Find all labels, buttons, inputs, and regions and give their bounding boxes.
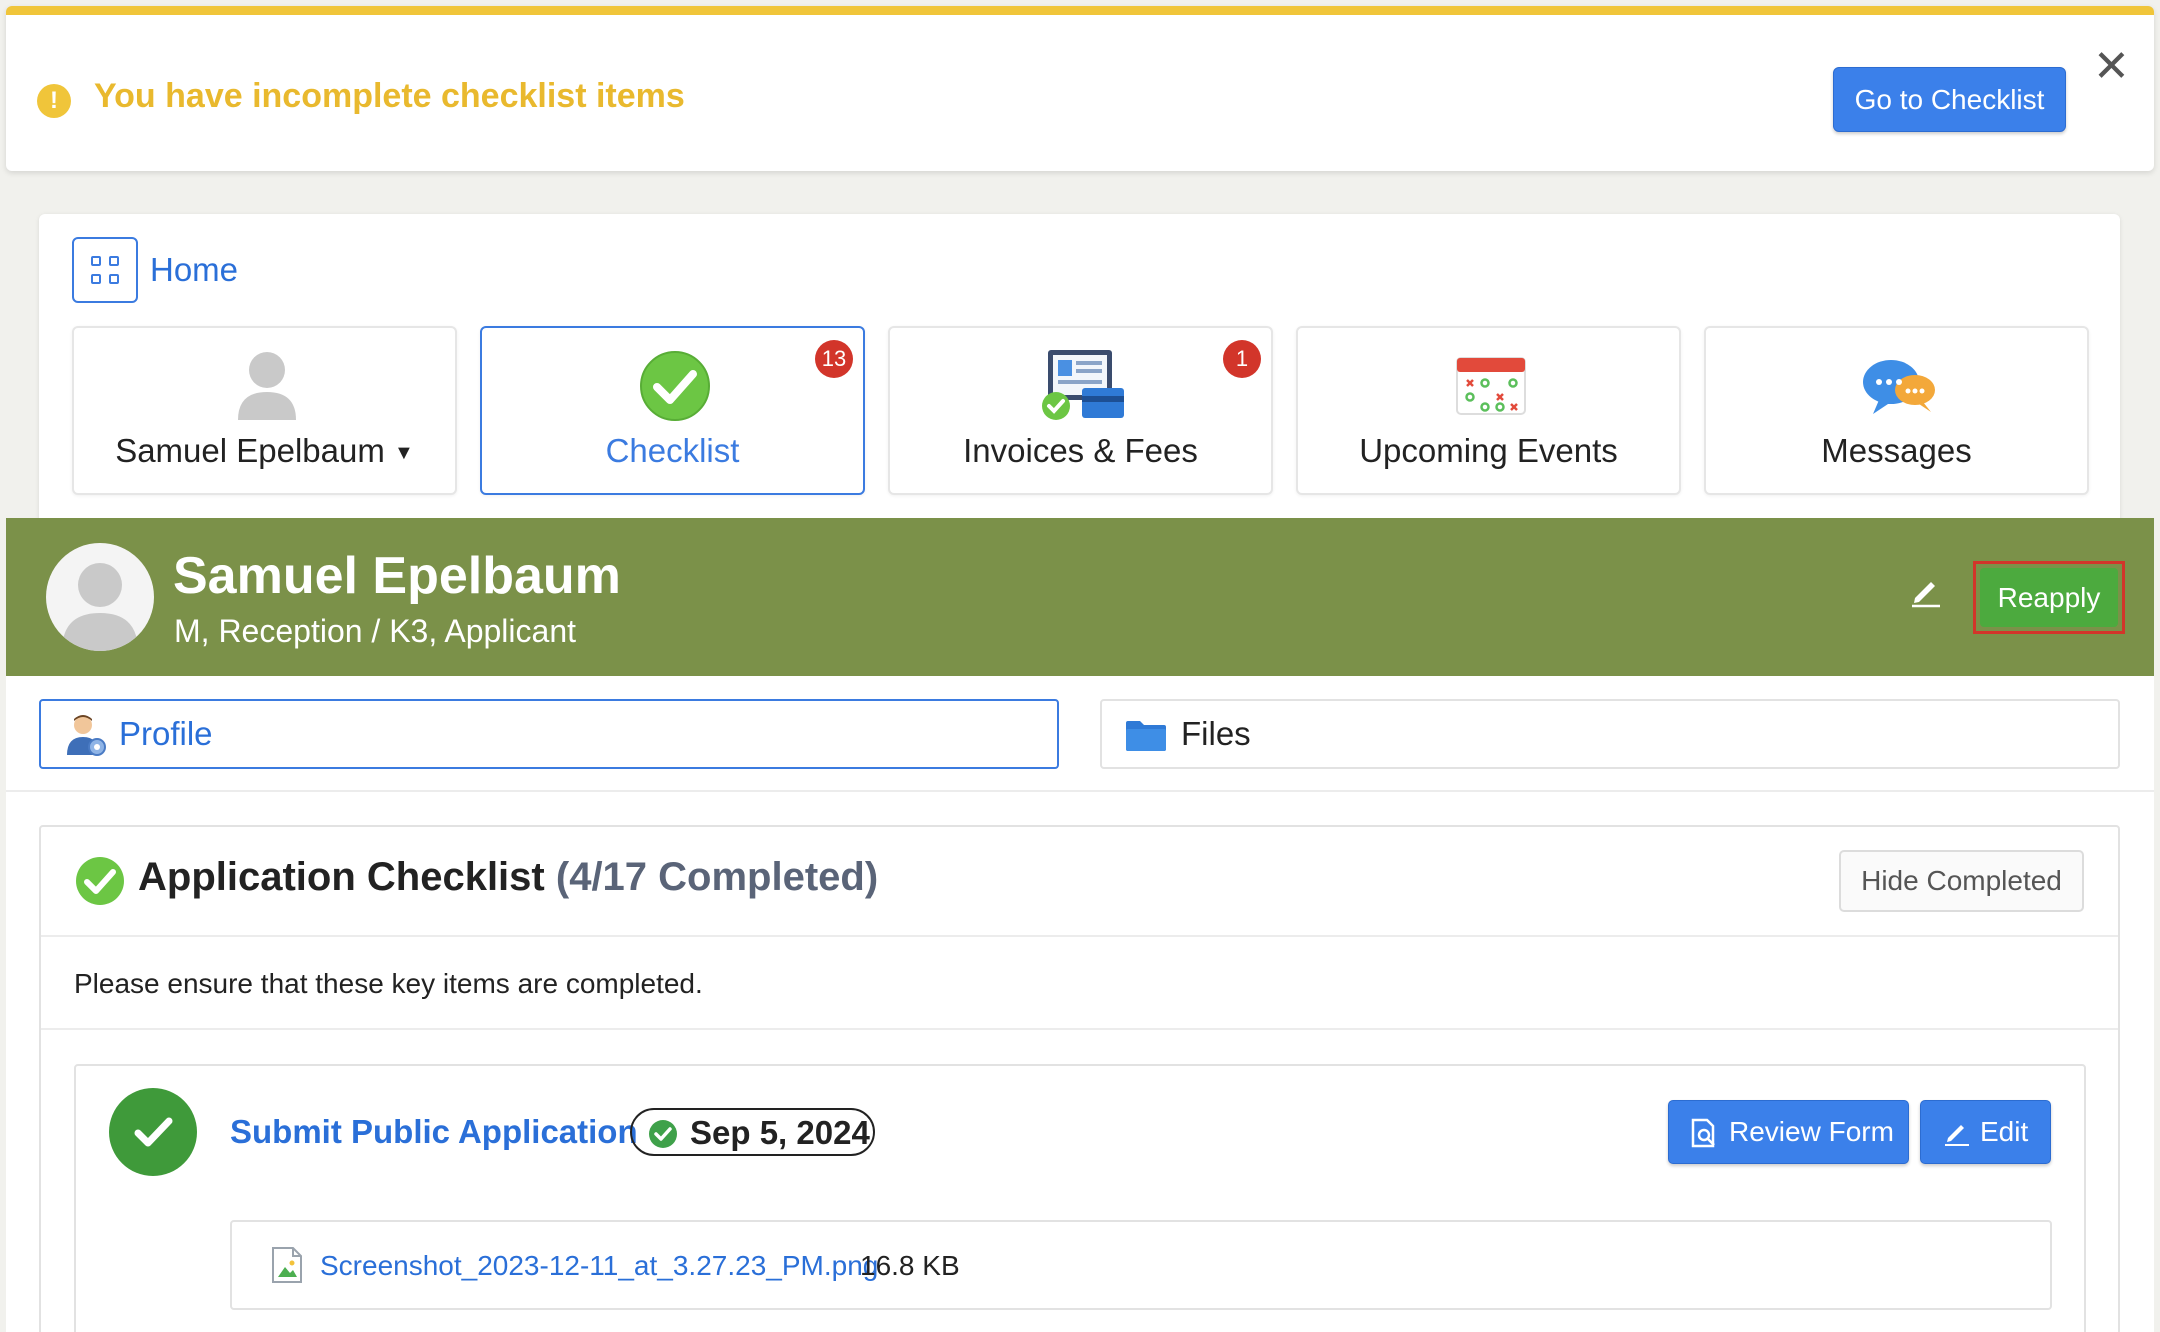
folder-icon [1126, 721, 1166, 751]
calendar-icon [1456, 357, 1526, 415]
divider [41, 935, 2118, 937]
tile-upcoming-events-label: Upcoming Events [1359, 432, 1618, 469]
home-link[interactable]: Home [150, 251, 238, 289]
checklist-badge: 13 [815, 340, 853, 378]
pencil-icon[interactable] [1909, 574, 1943, 608]
tile-upcoming-events[interactable]: Upcoming Events [1296, 326, 1681, 495]
go-to-checklist-button[interactable]: Go to Checklist [1833, 67, 2066, 132]
check-circle-icon [76, 857, 124, 905]
alert-message: You have incomplete checklist items [94, 77, 685, 115]
edit-button[interactable]: Edit [1920, 1100, 2051, 1164]
student-details: M, Reception / K3, Applicant [174, 613, 576, 649]
checklist-title: Application Checklist [138, 855, 545, 899]
tab-files-label: Files [1181, 715, 1251, 752]
tab-files[interactable]: Files [1100, 699, 2120, 769]
divider [41, 1028, 2118, 1030]
divider [6, 790, 2154, 792]
document-search-icon [1691, 1118, 1715, 1148]
checklist-heading: Application Checklist (4/17 Completed) [138, 855, 878, 900]
completed-date: Sep 5, 2024 [690, 1114, 870, 1151]
check-circle-icon [649, 1120, 677, 1148]
profile-settings-icon [67, 715, 106, 756]
checklist-item-title[interactable]: Submit Public Application [230, 1113, 638, 1151]
tile-messages[interactable]: Messages [1704, 326, 2089, 495]
student-name: Samuel Epelbaum [173, 547, 621, 605]
tile-student-label: Samuel Epelbaum [115, 432, 385, 469]
tile-checklist[interactable]: Checklist 13 [480, 326, 865, 495]
invoice-icon [1042, 350, 1124, 420]
edit-label: Edit [1980, 1116, 2029, 1147]
pencil-icon [1945, 1125, 1969, 1146]
completed-date-badge: Sep 5, 2024 [630, 1108, 875, 1156]
tile-messages-label: Messages [1821, 432, 1972, 469]
close-icon[interactable]: ✕ [2093, 45, 2130, 89]
completed-check-icon [109, 1088, 197, 1176]
tile-invoices[interactable]: Invoices & Fees 1 [888, 326, 1273, 495]
student-banner: Samuel Epelbaum M, Reception / K3, Appli… [6, 518, 2154, 676]
user-avatar-icon [238, 352, 296, 420]
tab-profile[interactable]: Profile [39, 699, 1059, 769]
tab-profile-label: Profile [119, 715, 213, 752]
check-circle-icon [640, 351, 710, 421]
image-file-icon [272, 1247, 302, 1283]
chat-bubbles-icon [1863, 360, 1935, 414]
user-avatar-icon [62, 563, 138, 651]
review-form-label: Review Form [1729, 1116, 1894, 1147]
caret-down-icon: ▼ [394, 441, 414, 464]
tile-student[interactable]: Samuel Epelbaum ▼ [72, 326, 457, 495]
file-link[interactable]: Screenshot_2023-12-11_at_3.27.23_PM.png [320, 1250, 878, 1282]
incomplete-checklist-alert: ! You have incomplete checklist items Go… [6, 6, 2154, 171]
reapply-button[interactable]: Reapply [1980, 568, 2118, 627]
hide-completed-button[interactable]: Hide Completed [1839, 850, 2084, 912]
tile-invoices-label: Invoices & Fees [963, 432, 1198, 469]
review-form-button[interactable]: Review Form [1668, 1100, 1909, 1164]
checklist-note: Please ensure that these key items are c… [74, 968, 703, 999]
grid-icon[interactable] [72, 237, 138, 303]
student-avatar [46, 543, 154, 651]
invoices-badge: 1 [1223, 340, 1261, 378]
warning-icon: ! [37, 84, 71, 118]
file-size: 16.8 KB [860, 1250, 960, 1281]
tile-label: Samuel Epelbaum ▼ [74, 432, 455, 470]
checklist-count: (4/17 Completed) [555, 855, 879, 899]
tile-checklist-label: Checklist [605, 432, 740, 469]
